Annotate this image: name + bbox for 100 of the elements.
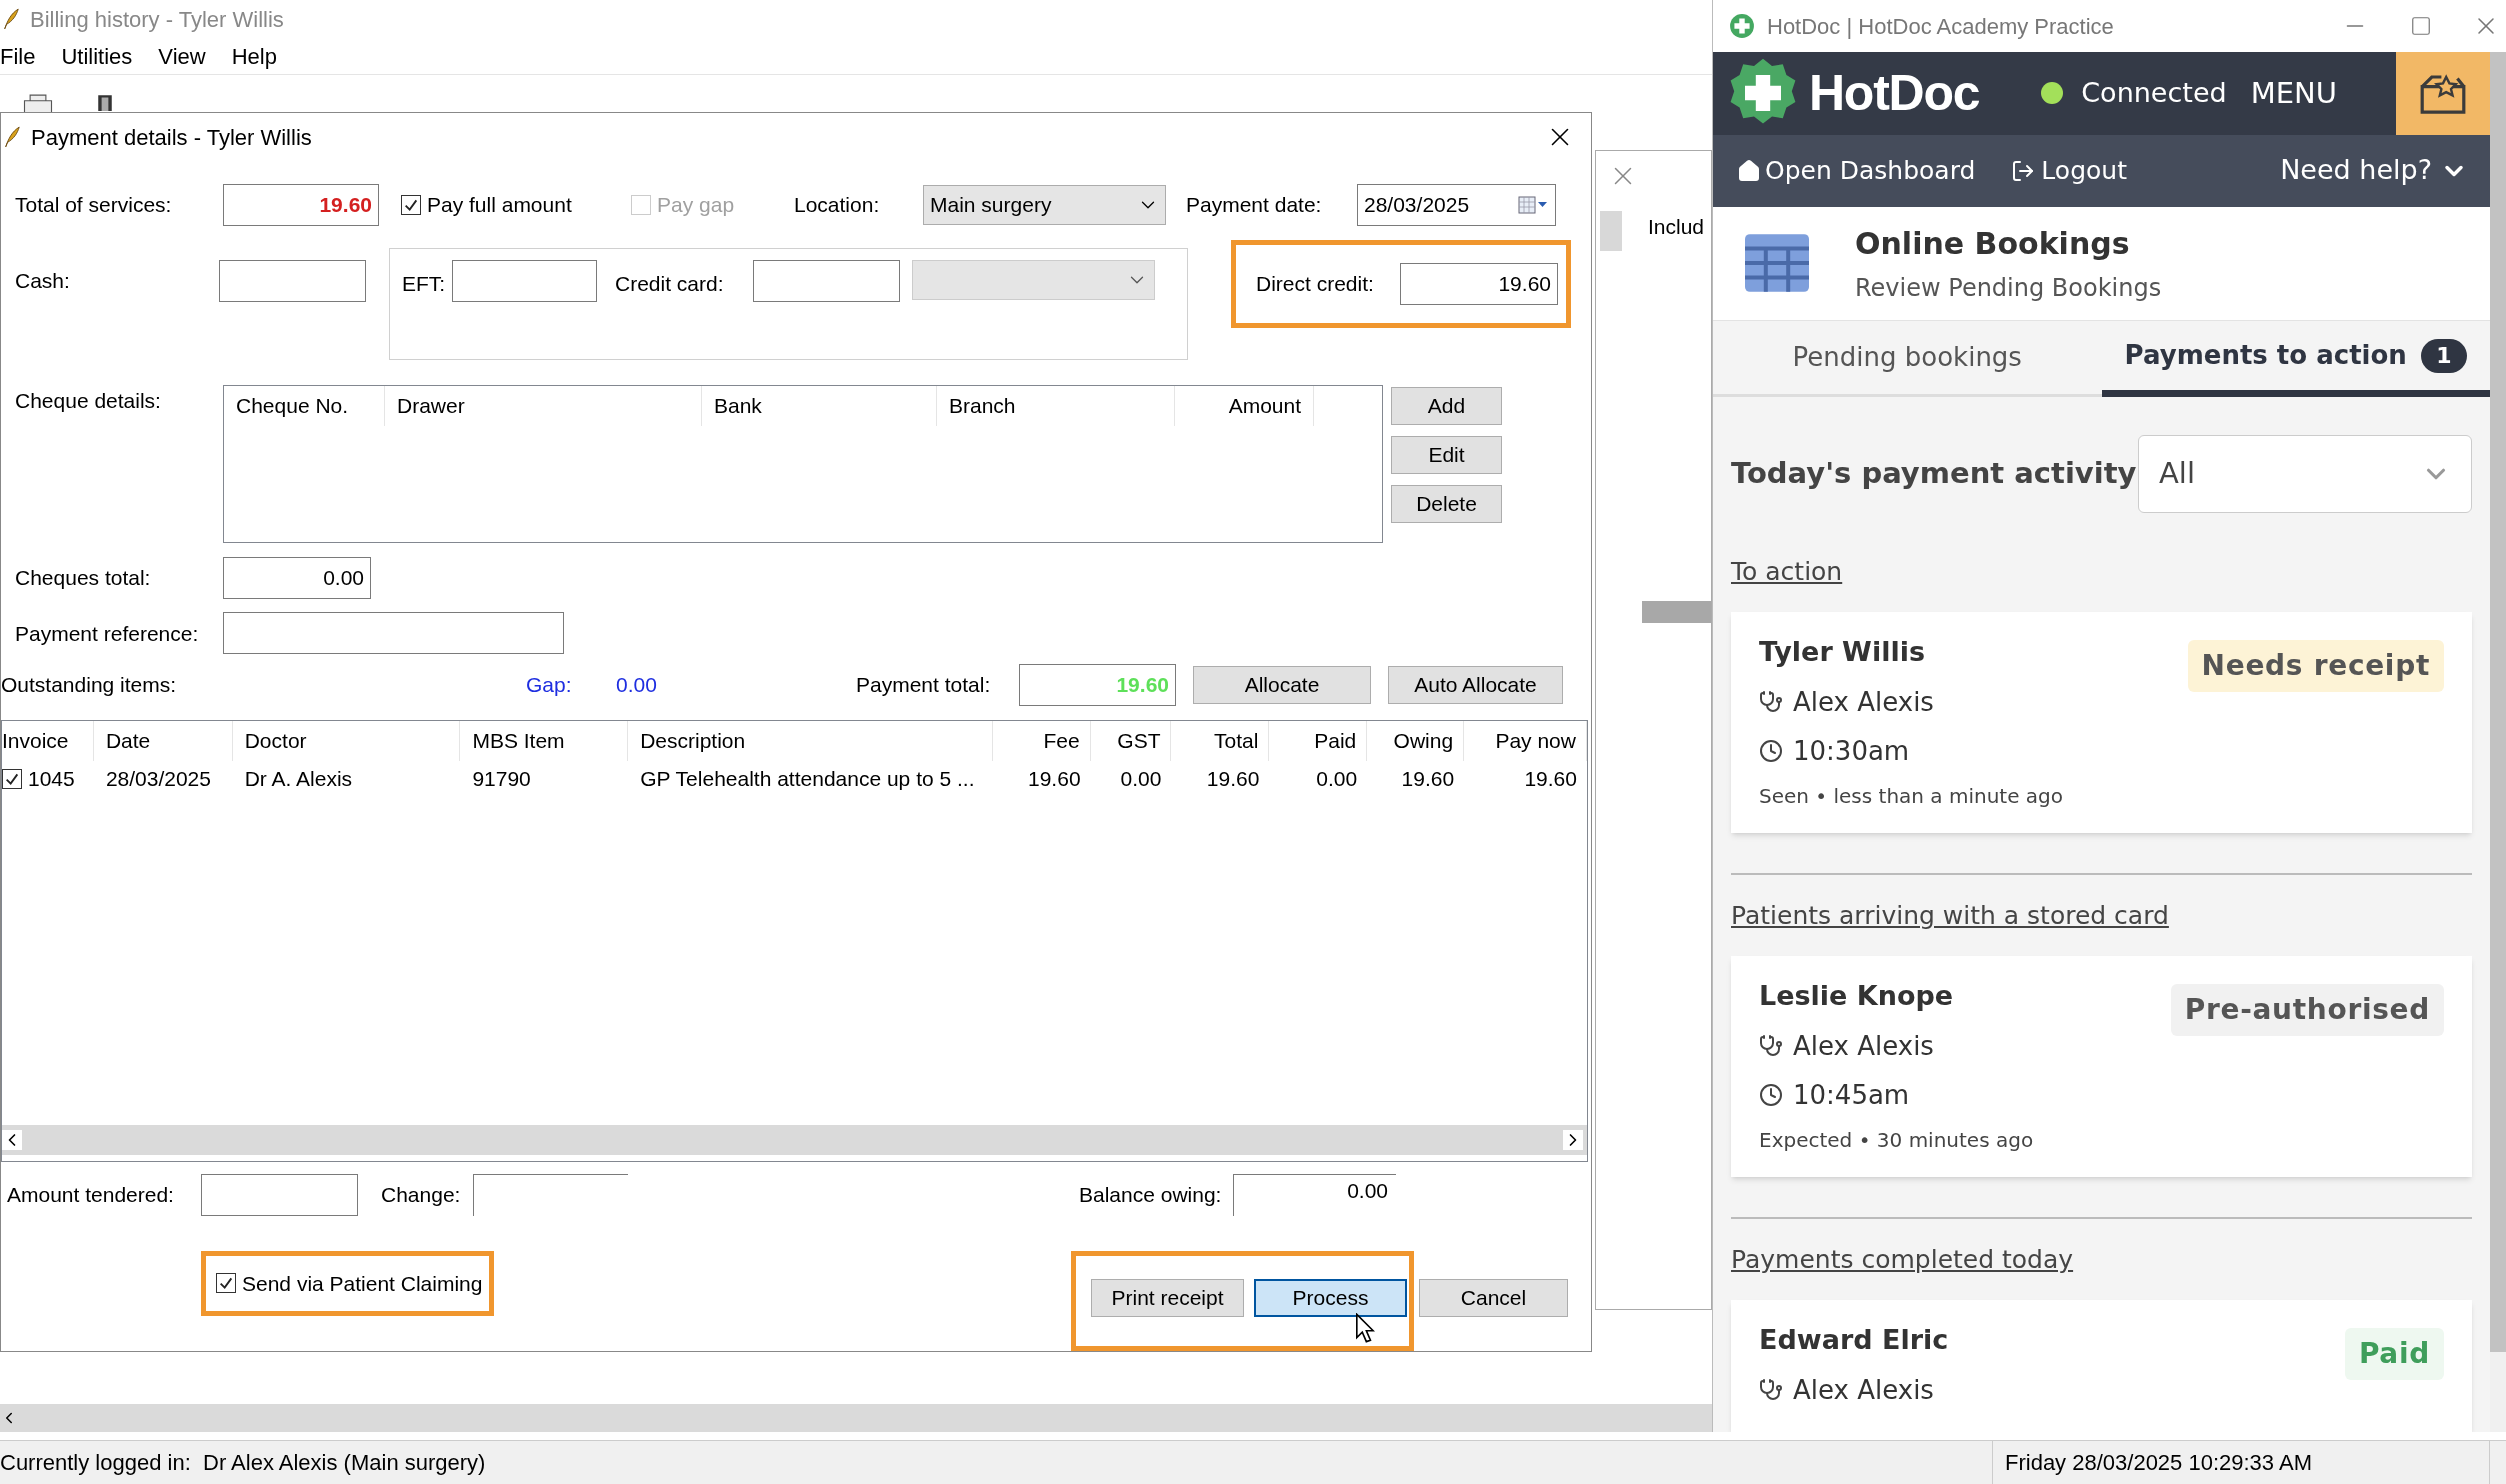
menu-item[interactable]: View [158, 39, 206, 73]
window-title: HotDoc | HotDoc Academy Practice [1767, 12, 2114, 41]
field-label: Balance owing: [1079, 1182, 1223, 1209]
doctor-name: Alex Alexis [1793, 1030, 1934, 1063]
checkbox[interactable] [401, 194, 421, 215]
text-field[interactable] [201, 1174, 358, 1216]
column-header: Amount [1175, 385, 1314, 426]
scroll-thumb[interactable] [1642, 601, 1711, 623]
table-cell-text: 28/03/2025 [105, 766, 211, 793]
column-header: Paid [1269, 720, 1368, 761]
text-field[interactable]: 19.60 [1400, 262, 1558, 305]
feature-tile[interactable] [2396, 52, 2490, 135]
open-dashboard-link[interactable]: Open Dashboard [1737, 152, 1976, 190]
binder-icon[interactable] [96, 92, 114, 112]
appointment-time: 10:45am [1793, 1079, 1910, 1112]
calendar-icon[interactable] [1517, 195, 1549, 214]
table-cell-text: GP Telehealth attendance up to 5 ... [640, 766, 975, 793]
field-label: Cheques total: [15, 565, 152, 592]
field-label: Pay full amount [427, 192, 572, 219]
scroll-thumb[interactable] [1600, 211, 1622, 251]
field-label: Location: [794, 192, 881, 219]
online-bookings-banner[interactable]: Online Bookings Review Pending Bookings [1713, 206, 2490, 321]
text-field[interactable] [473, 1174, 628, 1216]
dialog-button[interactable]: Allocate [1193, 665, 1371, 704]
field-label: Direct credit: [1256, 271, 1375, 298]
column-header: Doctor [232, 720, 461, 761]
menu-item[interactable]: Help [231, 39, 277, 73]
section-title: Today's payment activity [1731, 455, 2137, 493]
text-field[interactable]: 19.60 [223, 183, 379, 226]
column-header: Drawer [385, 385, 702, 426]
logout-link[interactable]: Logout [2011, 152, 2127, 190]
menu-item[interactable]: File [0, 39, 36, 73]
vertical-scrollbar[interactable] [2490, 52, 2506, 1432]
column-header: Date [93, 720, 233, 761]
stethoscope-icon [1759, 690, 1783, 715]
stethoscope-icon [1759, 1378, 1783, 1403]
doctor-name: Alex Alexis [1793, 686, 1934, 719]
scroll-left-icon[interactable] [2, 1130, 22, 1150]
checkbox[interactable] [2, 768, 22, 789]
dialog-button[interactable]: Add [1391, 386, 1502, 425]
location-dropdown[interactable]: Main surgery [923, 184, 1166, 225]
field-label: EFT: [402, 270, 447, 297]
dialog-button[interactable]: Edit [1391, 435, 1502, 474]
count-badge: 1 [2420, 338, 2467, 373]
text-field[interactable] [223, 612, 564, 655]
horizontal-scrollbar[interactable] [0, 1404, 1712, 1432]
dialog-button[interactable]: Process [1254, 1279, 1407, 1317]
booking-card[interactable]: Tyler Willis Alex Alexis 10:30am Seen • less than a minute ago Needs receipt [1731, 612, 2472, 833]
table-cell-text: 1045 [28, 766, 75, 793]
field-label: Cash: [15, 268, 71, 295]
booking-card[interactable]: Leslie Knope Alex Alexis 10:45am Expected • 30 minutes ago Pre-authorised [1731, 956, 2472, 1177]
filter-dropdown[interactable]: All [2138, 435, 2472, 513]
patient-name: Leslie Knope [1759, 979, 1955, 1014]
field-label: Credit card: [615, 270, 725, 297]
status-note: Expected • 30 minutes ago [1759, 1127, 2034, 1154]
column-header: Invoice [2, 720, 94, 761]
clock-icon [1759, 1083, 1783, 1108]
text-field[interactable] [452, 259, 597, 302]
horizontal-scrollbar[interactable] [2, 1125, 1587, 1155]
text-field[interactable]: 0.00 [223, 556, 371, 599]
menu-button[interactable]: MENU [2250, 71, 2337, 116]
column-header: Description [628, 720, 993, 761]
column-header: Owing [1367, 720, 1465, 761]
section-link[interactable]: Payments completed today [1731, 1241, 2074, 1279]
column-header: Total [1171, 720, 1270, 761]
dialog-button[interactable]: Cancel [1419, 1279, 1568, 1317]
menu-item[interactable]: Utilities [61, 39, 133, 73]
maximize-icon[interactable] [2410, 15, 2432, 37]
help-dropdown[interactable]: Need help? [2280, 150, 2468, 191]
star-box-icon [2419, 72, 2467, 115]
brand-name: HotDoc [1809, 63, 1980, 123]
calendar-grid-icon [1745, 234, 1809, 293]
feather-icon [2, 7, 20, 31]
checkbox[interactable] [216, 1273, 236, 1294]
tab[interactable]: Pending bookings [1713, 321, 2102, 397]
status-text: Currently logged in: Dr Alex Alexis (Main surgery) [0, 1449, 486, 1477]
text-field[interactable] [753, 259, 900, 302]
section-link[interactable]: Patients arriving with a stored card [1731, 897, 2169, 935]
field-label: Outstanding items: [1, 672, 178, 699]
status-badge: Pre-authorised [2170, 984, 2444, 1037]
table-cell-text: 91790 [472, 766, 531, 793]
table-cell-text: 19.60 [1206, 766, 1260, 793]
date-field[interactable]: 28/03/2025 [1357, 183, 1556, 226]
connection-status: Connected [2081, 76, 2227, 111]
section-link[interactable]: To action [1731, 553, 1843, 591]
field-label: Payment reference: [15, 620, 200, 647]
stethoscope-icon [1759, 1034, 1783, 1059]
text-field[interactable]: 0.00 [1233, 1174, 1396, 1216]
dialog-button[interactable]: Print receipt [1091, 1279, 1244, 1317]
booking-card[interactable]: Edward Elric Alex Alexis Paid [1731, 1300, 2472, 1432]
scroll-right-icon[interactable] [1563, 1130, 1583, 1150]
field-label: Total of services: [15, 192, 173, 219]
dialog-button[interactable]: Delete [1391, 484, 1502, 523]
status-note: Seen • less than a minute ago [1759, 783, 2064, 810]
table-cell-text: 0.00 [1120, 766, 1162, 793]
dialog-button[interactable]: Auto Allocate [1388, 665, 1563, 704]
text-field[interactable] [219, 259, 366, 302]
status-badge: Needs receipt [2187, 640, 2444, 693]
home-icon [1737, 158, 1761, 183]
field-label: Amount tendered: [7, 1182, 175, 1209]
